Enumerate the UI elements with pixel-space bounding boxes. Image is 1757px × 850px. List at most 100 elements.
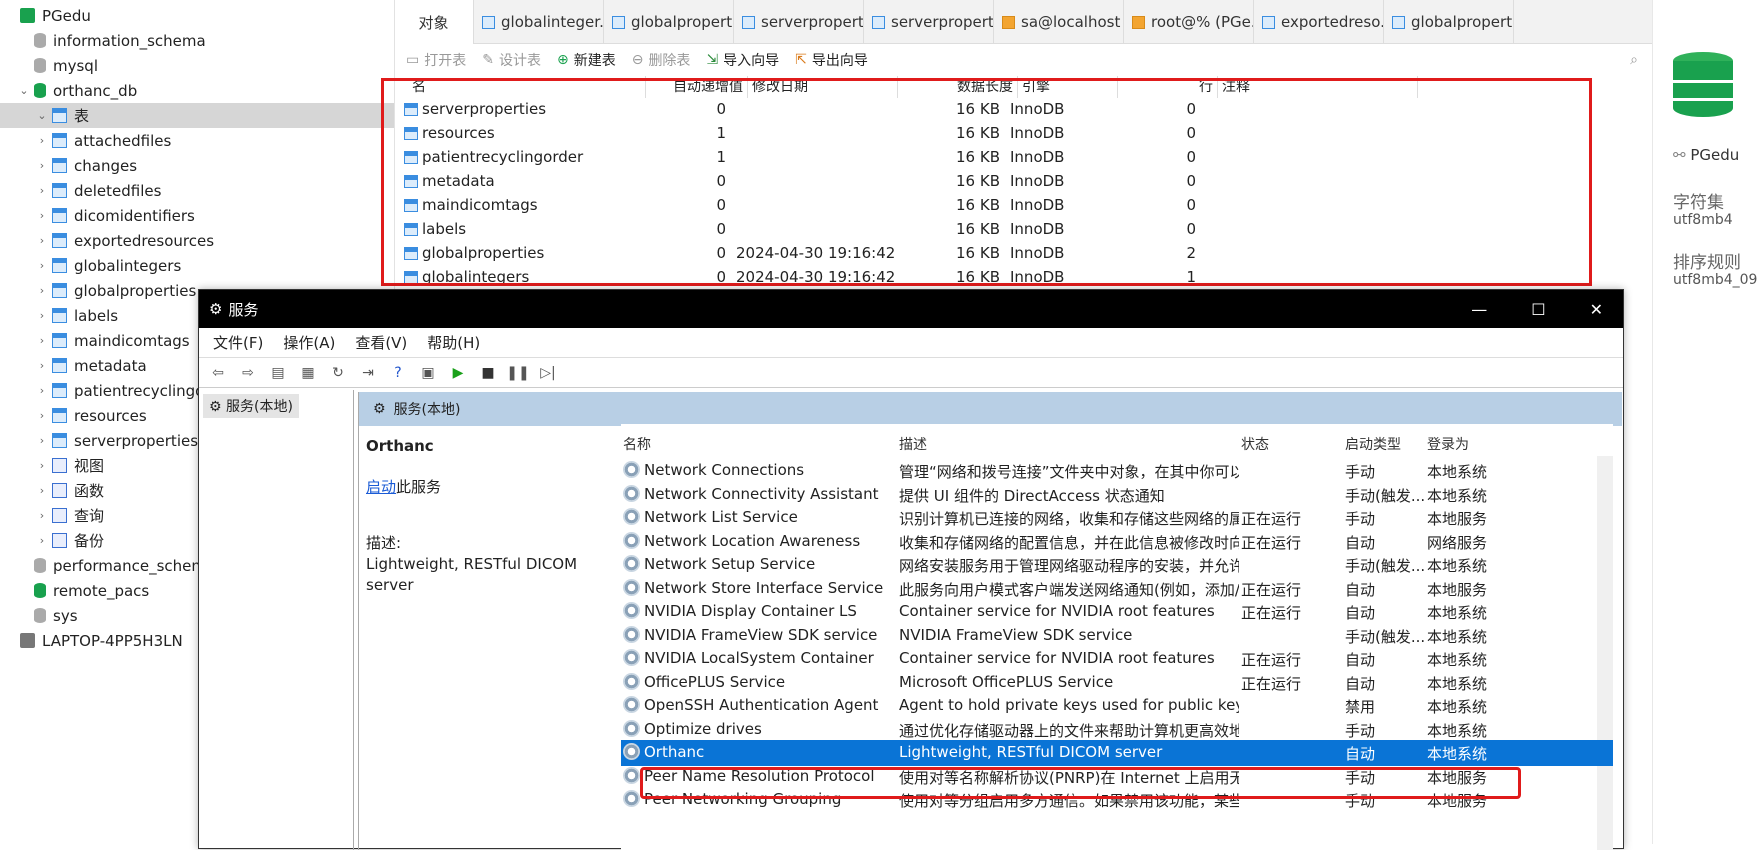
tree-item[interactable]: › dicomidentifiers [0, 203, 394, 228]
table-icon [52, 208, 67, 223]
design-table-button[interactable]: ✎ 设计表 [482, 50, 541, 70]
chevron-down-icon[interactable]: ⌄ [36, 109, 48, 122]
title-bar[interactable]: ⚙ 服务 — ☐ ✕ [199, 290, 1623, 328]
menu-item[interactable]: 查看(V) [355, 332, 407, 353]
chevron-right-icon[interactable]: › [36, 309, 48, 322]
chevron-right-icon[interactable]: › [36, 409, 48, 422]
service-row[interactable]: Network Connectivity Assistant 提供 UI 组件的 … [621, 482, 1613, 508]
tree-item[interactable]: › changes [0, 153, 394, 178]
service-row[interactable]: OfficePLUS Service Microsoft OfficePLUS S… [621, 670, 1613, 696]
tab-item[interactable]: serverpropert... [864, 0, 994, 44]
minimize-button[interactable]: — [1471, 300, 1487, 319]
new-table-button[interactable]: ⊕ 新建表 [557, 50, 616, 70]
tab-item[interactable]: serverpropert... [734, 0, 864, 44]
chevron-right-icon[interactable]: › [36, 134, 48, 147]
chevron-right-icon[interactable]: › [36, 234, 48, 247]
column-header[interactable]: 状态 [1241, 434, 1269, 454]
menu-item[interactable]: 文件(F) [213, 332, 263, 353]
database-icon-green [34, 583, 46, 598]
tab-item[interactable]: globalpropert... [604, 0, 734, 44]
service-row[interactable]: Orthanc Lightweight, RESTful DICOM server… [621, 740, 1613, 766]
service-row[interactable]: Network Location Awareness 收集和存储网络的配置信息，并… [621, 529, 1613, 555]
tree-item[interactable]: › deletedfiles [0, 178, 394, 203]
chevron-right-icon[interactable]: › [36, 259, 48, 272]
tab-item[interactable]: exportedreso... [1254, 0, 1384, 44]
column-header[interactable]: 描述 [899, 434, 927, 454]
menu-item[interactable]: 操作(A) [283, 332, 335, 353]
service-cell: 本地系统 [1427, 696, 1497, 717]
export-wizard-button[interactable]: ⇱ 导出向导 [795, 50, 868, 70]
chevron-right-icon[interactable]: › [36, 334, 48, 347]
service-row[interactable]: Network List Service 识别计算机已连接的网络，收集和存储这些网… [621, 505, 1613, 531]
pause-icon[interactable]: ❚❚ [506, 362, 529, 384]
service-row[interactable]: Optimize drives 通过优化存储驱动器上的文件来帮助计算机更高效地..… [621, 717, 1613, 743]
back-icon[interactable]: ⇦ [207, 362, 229, 384]
service-row[interactable]: OpenSSH Authentication Agent Agent to hol… [621, 693, 1613, 719]
chevron-right-icon[interactable]: › [36, 184, 48, 197]
search-icon[interactable]: ⌕ [1630, 52, 1638, 68]
export-list-icon[interactable]: ⇥ [357, 362, 379, 384]
delete-table-button[interactable]: ⊖ 删除表 [632, 50, 691, 70]
service-cell: 自动 [1345, 743, 1427, 764]
tree-item-label: 函数 [74, 482, 105, 500]
console-tree-icon[interactable]: ▤ [267, 362, 289, 384]
tree-item[interactable]: ⌄ 表 [0, 103, 394, 128]
tree-item[interactable]: ⌄ orthanc_db [0, 78, 394, 103]
chevron-right-icon[interactable]: › [36, 459, 48, 472]
service-row[interactable]: Network Connections 管理“网络和拨号连接”文件夹中对象，在其中… [621, 458, 1613, 484]
service-cell-text: 手动(触发... [1345, 557, 1426, 575]
tree-item[interactable]: mysql [0, 53, 394, 78]
column-header[interactable]: 登录为 [1427, 434, 1469, 454]
maximize-button[interactable]: ☐ [1531, 300, 1545, 319]
restart-icon[interactable]: ▷| [537, 362, 559, 384]
tab-item[interactable]: root@% (PGe... [1124, 0, 1254, 44]
open-table-button[interactable]: ▭ 打开表 [406, 50, 466, 70]
tree-item[interactable]: › globalintegers [0, 253, 394, 278]
view-icon[interactable]: ▣ [417, 362, 439, 384]
tab-item[interactable]: globalinteger... [474, 0, 604, 44]
tree-item[interactable]: › attachedfiles [0, 128, 394, 153]
start-icon[interactable]: ▶ [447, 362, 469, 384]
chevron-right-icon[interactable]: › [36, 209, 48, 222]
tab-item[interactable]: globalpropert... [1384, 0, 1514, 44]
service-row[interactable]: NVIDIA Display Container LS Container ser… [621, 599, 1613, 625]
close-button[interactable]: ✕ [1590, 300, 1603, 319]
chevron-right-icon[interactable]: › [36, 434, 48, 447]
import-wizard-button[interactable]: ⇲ 导入向导 [706, 50, 779, 70]
service-row[interactable]: Network Store Interface Service 此服务向用户模式客… [621, 576, 1613, 602]
tree-item-label: deletedfiles [74, 181, 162, 200]
tab-item[interactable]: 对象 [396, 0, 474, 44]
stop-icon[interactable]: ■ [477, 362, 499, 384]
tree-item[interactable]: PGedu [0, 3, 394, 28]
chevron-down-icon[interactable]: ⌄ [18, 84, 30, 97]
service-cell: 本地系统 [1427, 485, 1497, 506]
start-service-link[interactable]: 启动 [366, 478, 396, 496]
properties-icon[interactable]: ▦ [297, 362, 319, 384]
tab-item[interactable]: sa@localhost ... [994, 0, 1124, 44]
column-header[interactable]: 名称 [623, 434, 651, 454]
gear-icon [623, 696, 640, 713]
service-row[interactable]: NVIDIA LocalSystem Container Container se… [621, 646, 1613, 672]
forward-icon[interactable]: ⇨ [237, 362, 259, 384]
refresh-icon[interactable]: ↻ [327, 362, 349, 384]
service-row[interactable]: NVIDIA FrameView SDK service NVIDIA Frame… [621, 623, 1613, 649]
service-cell-text: Network List Service [644, 508, 798, 526]
info-panel: ⚯ PGedu 字符集 utf8mb4 排序规则 utf8mb4_09 [1652, 0, 1757, 844]
column-header[interactable]: 启动类型 [1345, 434, 1401, 454]
chevron-right-icon[interactable]: › [36, 359, 48, 372]
chevron-right-icon[interactable]: › [36, 384, 48, 397]
chevron-right-icon[interactable]: › [36, 284, 48, 297]
services-local-node[interactable]: ⚙ 服务(本地) [203, 394, 299, 418]
help-icon[interactable]: ? [387, 362, 409, 384]
tree-item[interactable]: › exportedresources [0, 228, 394, 253]
gear-icon [623, 743, 640, 760]
chevron-right-icon[interactable]: › [36, 484, 48, 497]
service-row[interactable]: Network Setup Service 网络安装服务用于管理网络驱动程序的安装… [621, 552, 1613, 578]
menu-item[interactable]: 帮助(H) [427, 332, 480, 353]
service-cell: Network Setup Service [623, 555, 903, 573]
tree-item[interactable]: information_schema [0, 28, 394, 53]
gear-icon [623, 508, 640, 525]
chevron-right-icon[interactable]: › [36, 159, 48, 172]
chevron-right-icon[interactable]: › [36, 509, 48, 522]
chevron-right-icon[interactable]: › [36, 534, 48, 547]
